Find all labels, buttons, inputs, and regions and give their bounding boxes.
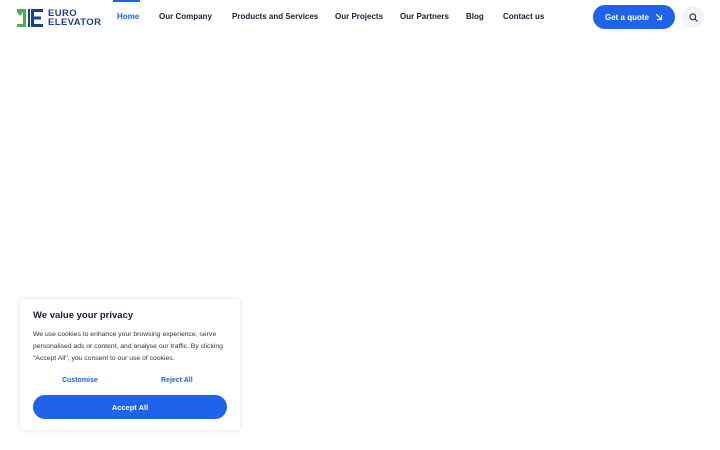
- reject-all-button[interactable]: Reject All: [161, 377, 193, 384]
- arrow-down-right-icon: [655, 13, 663, 21]
- active-nav-indicator: [113, 0, 140, 2]
- nav-item-contact-us[interactable]: Contact us: [503, 12, 544, 21]
- nav-item-home[interactable]: Home: [117, 12, 139, 21]
- customise-button[interactable]: Customise: [62, 377, 98, 384]
- cookie-consent-banner: We value your privacy We use cookies to …: [20, 299, 240, 430]
- logo-line-2: ELEVATOR: [48, 17, 102, 28]
- cookie-banner-body: We use cookies to enhance your browsing …: [33, 331, 223, 362]
- logo-mark-icon: [17, 9, 43, 27]
- search-icon: [688, 12, 698, 22]
- nav-item-our-partners[interactable]: Our Partners: [400, 12, 449, 21]
- search-button[interactable]: [682, 6, 704, 28]
- site-header: EURO ELEVATOR Home Our Company Products …: [0, 0, 720, 36]
- nav-item-our-projects[interactable]: Our Projects: [335, 12, 383, 21]
- logo-wordmark: EURO ELEVATOR: [48, 9, 102, 28]
- nav-item-products-and-services[interactable]: Products and Services: [232, 12, 318, 21]
- nav-item-blog[interactable]: Blog: [466, 12, 484, 21]
- get-a-quote-button[interactable]: Get a quote: [593, 5, 675, 29]
- cookie-banner-title: We value your privacy: [33, 310, 134, 321]
- euro-elevator-logo[interactable]: EURO ELEVATOR: [16, 7, 101, 29]
- get-a-quote-label: Get a quote: [604, 12, 649, 22]
- accept-all-button[interactable]: Accept All: [33, 395, 227, 419]
- cookie-secondary-actions: Customise Reject All: [33, 377, 227, 389]
- nav-item-our-company[interactable]: Our Company: [159, 12, 212, 21]
